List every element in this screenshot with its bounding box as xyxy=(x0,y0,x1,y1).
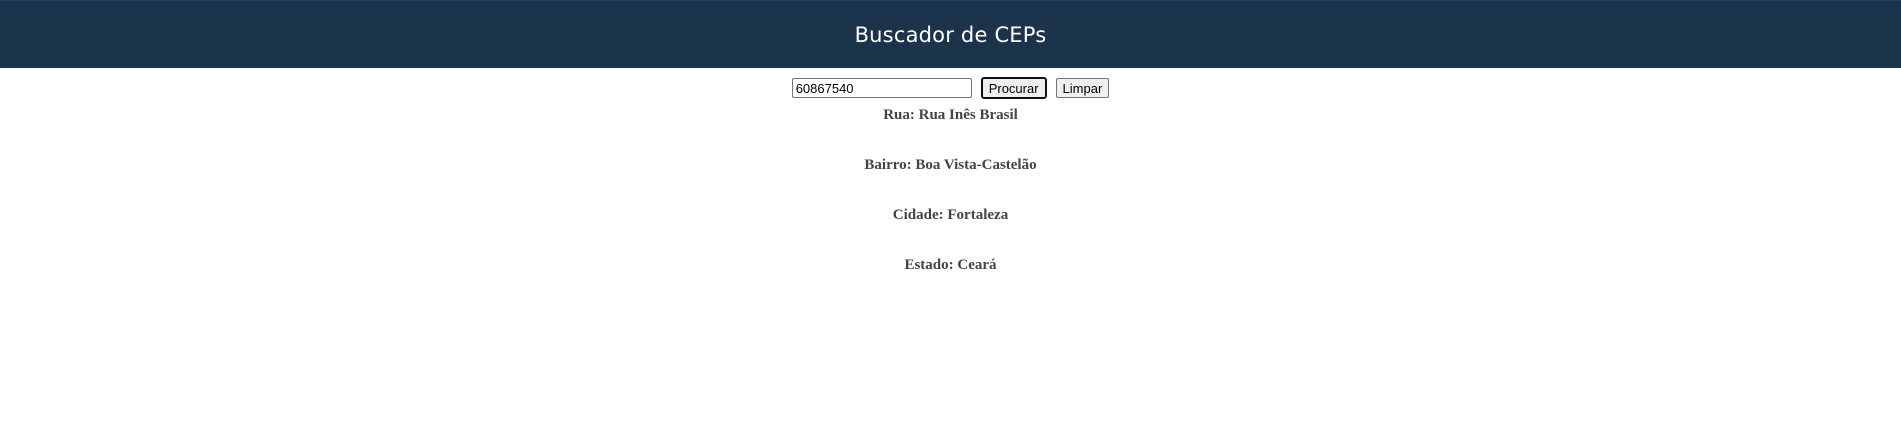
neighborhood-value: Boa Vista-Castelão xyxy=(915,157,1037,173)
page-title: Buscador de CEPs xyxy=(854,22,1047,47)
search-button[interactable]: Procurar xyxy=(980,77,1047,99)
street-value: Rua Inês Brasil xyxy=(918,107,1018,123)
city-value: Fortaleza xyxy=(947,207,1009,223)
street-label: Rua: xyxy=(883,107,915,123)
neighborhood-result: Bairro: Boa Vista-Castelão xyxy=(0,156,1901,175)
state-result: Estado: Ceará xyxy=(0,256,1901,275)
state-value: Ceará xyxy=(957,257,997,273)
state-label: Estado: xyxy=(904,257,954,273)
city-result: Cidade: Fortaleza xyxy=(0,206,1901,225)
cep-input[interactable] xyxy=(791,78,972,98)
app-header: Buscador de CEPs xyxy=(0,0,1901,68)
city-label: Cidade: xyxy=(892,207,944,223)
clear-button[interactable]: Limpar xyxy=(1055,78,1110,98)
street-result: Rua: Rua Inês Brasil xyxy=(0,106,1901,125)
search-bar: Procurar Limpar xyxy=(0,77,1901,99)
address-results: Rua: Rua Inês Brasil Bairro: Boa Vista-C… xyxy=(0,106,1901,275)
neighborhood-label: Bairro: xyxy=(864,157,912,173)
